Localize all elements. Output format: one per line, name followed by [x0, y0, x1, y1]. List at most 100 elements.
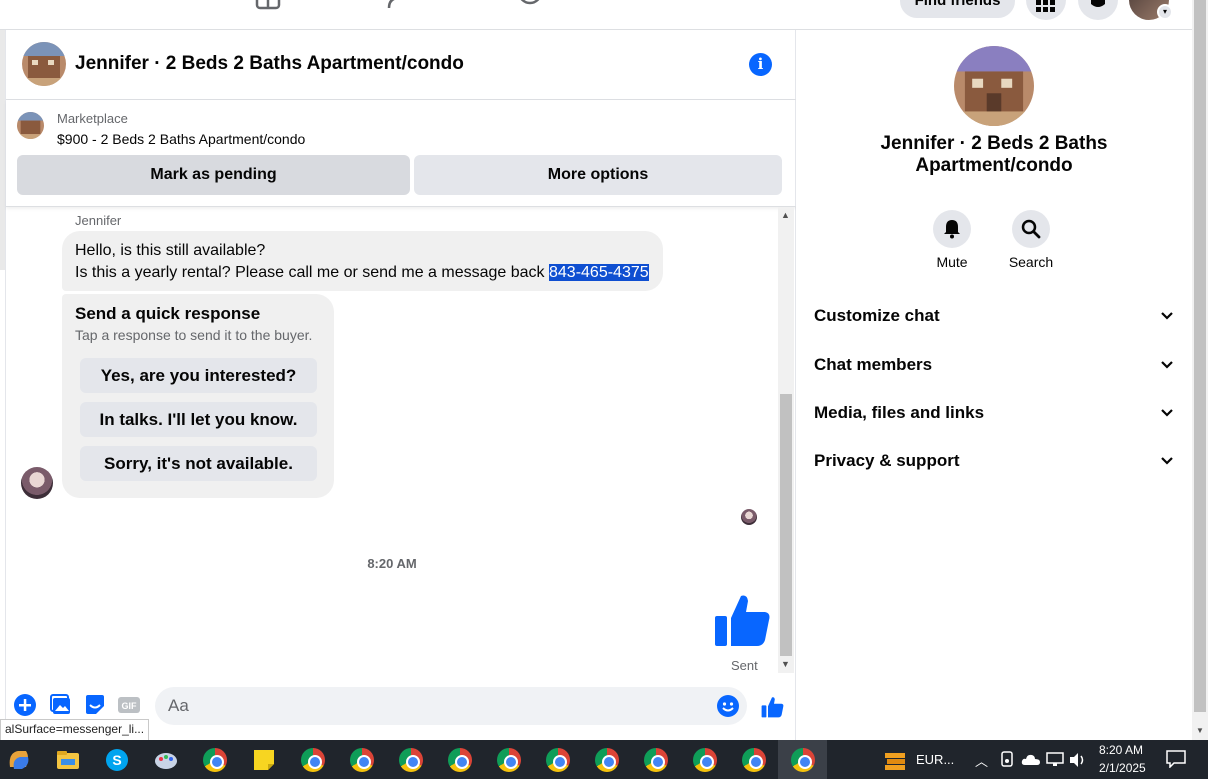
mute-button[interactable]	[933, 210, 971, 248]
menu-button[interactable]	[1026, 0, 1066, 20]
chevron-down-icon	[1161, 312, 1173, 320]
search-icon	[1021, 219, 1041, 239]
window-scrollbar[interactable]: ▼	[1192, 0, 1208, 740]
sender-avatar[interactable]	[21, 467, 53, 499]
chrome-active-icon[interactable]	[791, 748, 815, 772]
paint-icon[interactable]	[153, 747, 179, 773]
chrome-profile-icon[interactable]	[595, 748, 619, 772]
message-text: Is this a yearly rental? Please call me …	[75, 264, 549, 281]
marketplace-banner: Marketplace $900 - 2 Beds 2 Baths Apartm…	[6, 100, 796, 207]
status-url-tooltip: alSurface=messenger_li...	[0, 719, 150, 741]
taskbar: S EUR... ︿ 8:20 AM 2/1/2025	[0, 740, 1208, 779]
network-icon[interactable]	[1046, 752, 1064, 768]
section-label: Privacy & support	[814, 451, 960, 470]
chat-scroll-thumb[interactable]	[780, 394, 792, 656]
chrome-icon[interactable]	[203, 748, 227, 772]
timestamp: 8:20 AM	[367, 556, 417, 571]
info-icon[interactable]: i	[749, 53, 772, 76]
listing-title[interactable]: $900 - 2 Beds 2 Baths Apartment/condo	[57, 131, 305, 147]
mute-action[interactable]: Mute	[922, 210, 982, 270]
device-icon[interactable]	[1000, 751, 1014, 767]
notification-center-icon[interactable]	[1166, 750, 1186, 768]
sticker-icon[interactable]	[83, 693, 107, 717]
sender-name: Jennifer	[75, 213, 122, 228]
message-input[interactable]: Aa	[155, 687, 747, 725]
clock-time[interactable]: 8:20 AM	[1099, 743, 1143, 757]
mark-as-pending-button[interactable]: Mark as pending	[17, 155, 410, 195]
media-files-links-section[interactable]: Media, files and links	[814, 403, 1174, 433]
search-label: Search	[1008, 254, 1054, 270]
chat-members-section[interactable]: Chat members	[814, 355, 1174, 385]
chrome-profile-icon[interactable]	[497, 748, 521, 772]
chat-scrollbar[interactable]: ▲ ▼	[778, 207, 794, 673]
chrome-profile-icon[interactable]	[350, 748, 374, 772]
account-chevron-icon[interactable]: ▾	[1157, 4, 1173, 20]
chrome-profile-icon[interactable]	[399, 748, 423, 772]
gaming-nav-icon[interactable]	[517, 0, 543, 10]
sent-status: Sent	[731, 658, 758, 673]
file-explorer-icon[interactable]	[55, 747, 81, 773]
search-action[interactable]: Search	[1001, 210, 1061, 270]
tray-chevron-icon[interactable]: ︿	[975, 751, 988, 770]
emoji-icon[interactable]	[717, 695, 739, 717]
search-button[interactable]	[1012, 210, 1050, 248]
chat-pane: Jennifer · 2 Beds 2 Baths Apartment/cond…	[5, 30, 796, 740]
currency-widget-label[interactable]: EUR...	[916, 752, 954, 767]
scroll-down-arrow-icon[interactable]: ▼	[781, 659, 790, 669]
plus-icon[interactable]	[13, 693, 37, 717]
chevron-down-icon	[1161, 409, 1173, 417]
volume-icon[interactable]	[1069, 752, 1087, 768]
window-scroll-thumb[interactable]	[1194, 0, 1206, 712]
customize-chat-section[interactable]: Customize chat	[814, 306, 1174, 336]
chrome-profile-icon[interactable]	[742, 748, 766, 772]
like-button-icon[interactable]	[760, 695, 784, 719]
chrome-profile-icon[interactable]	[546, 748, 570, 772]
chrome-profile-icon[interactable]	[644, 748, 668, 772]
grid-menu-icon	[1036, 0, 1055, 12]
chrome-profile-icon[interactable]	[448, 748, 472, 772]
phone-number[interactable]: 843-465-4375	[549, 264, 649, 281]
sticky-notes-icon[interactable]	[251, 747, 277, 773]
top-nav-bar: Find friends ▾	[0, 0, 1192, 30]
clock-date[interactable]: 2/1/2025	[1099, 761, 1146, 775]
quick-response-card: Send a quick response Tap a response to …	[62, 294, 334, 498]
currency-widget-icon[interactable]	[882, 747, 908, 773]
chrome-profile-icon[interactable]	[693, 748, 717, 772]
read-receipt-avatar	[741, 509, 757, 525]
message-line-2: Is this a yearly rental? Please call me …	[75, 262, 650, 284]
privacy-support-section[interactable]: Privacy & support	[814, 451, 1174, 481]
profile-avatar[interactable]	[954, 46, 1034, 126]
quick-response-title: Send a quick response	[75, 304, 261, 323]
scroll-up-arrow-icon[interactable]: ▲	[781, 210, 790, 220]
chat-info-pane: Jennifer · 2 Beds 2 Baths Apartment/cond…	[796, 30, 1192, 740]
photo-icon[interactable]	[49, 693, 73, 717]
marketplace-nav-icon[interactable]	[255, 0, 281, 10]
quick-response-button[interactable]: In talks. I'll let you know.	[80, 402, 317, 437]
svg-text:GIF: GIF	[122, 701, 138, 711]
section-label: Media, files and links	[814, 403, 985, 422]
scroll-down-arrow-icon[interactable]: ▼	[1196, 726, 1204, 735]
chevron-down-icon	[1161, 361, 1173, 369]
quick-response-button[interactable]: Yes, are you interested?	[80, 358, 317, 393]
marketplace-label: Marketplace	[57, 111, 128, 126]
section-label: Customize chat	[814, 306, 940, 325]
gif-icon[interactable]: GIF	[117, 693, 141, 717]
chat-avatar[interactable]	[22, 42, 66, 86]
listing-thumbnail[interactable]	[17, 112, 44, 139]
message-line-1: Hello, is this still available?	[75, 242, 266, 259]
copilot-icon[interactable]	[6, 747, 32, 773]
groups-nav-icon[interactable]	[387, 0, 413, 10]
incoming-message[interactable]: Hello, is this still available? Is this …	[62, 231, 663, 291]
chrome-profile-icon[interactable]	[301, 748, 325, 772]
find-friends-button[interactable]: Find friends	[900, 0, 1015, 18]
skype-icon[interactable]: S	[104, 747, 130, 773]
notifications-button[interactable]	[1078, 0, 1118, 20]
bell-icon	[944, 220, 960, 239]
bell-icon	[1091, 0, 1105, 7]
quick-response-subtitle: Tap a response to send it to the buyer.	[75, 327, 313, 343]
chat-title[interactable]: Jennifer · 2 Beds 2 Baths Apartment/cond…	[75, 53, 464, 75]
quick-response-button[interactable]: Sorry, it's not available.	[80, 446, 317, 481]
more-options-button[interactable]: More options	[414, 155, 782, 195]
message-list: Jennifer Hello, is this still available?…	[6, 207, 778, 677]
onedrive-cloud-icon[interactable]	[1021, 752, 1041, 766]
